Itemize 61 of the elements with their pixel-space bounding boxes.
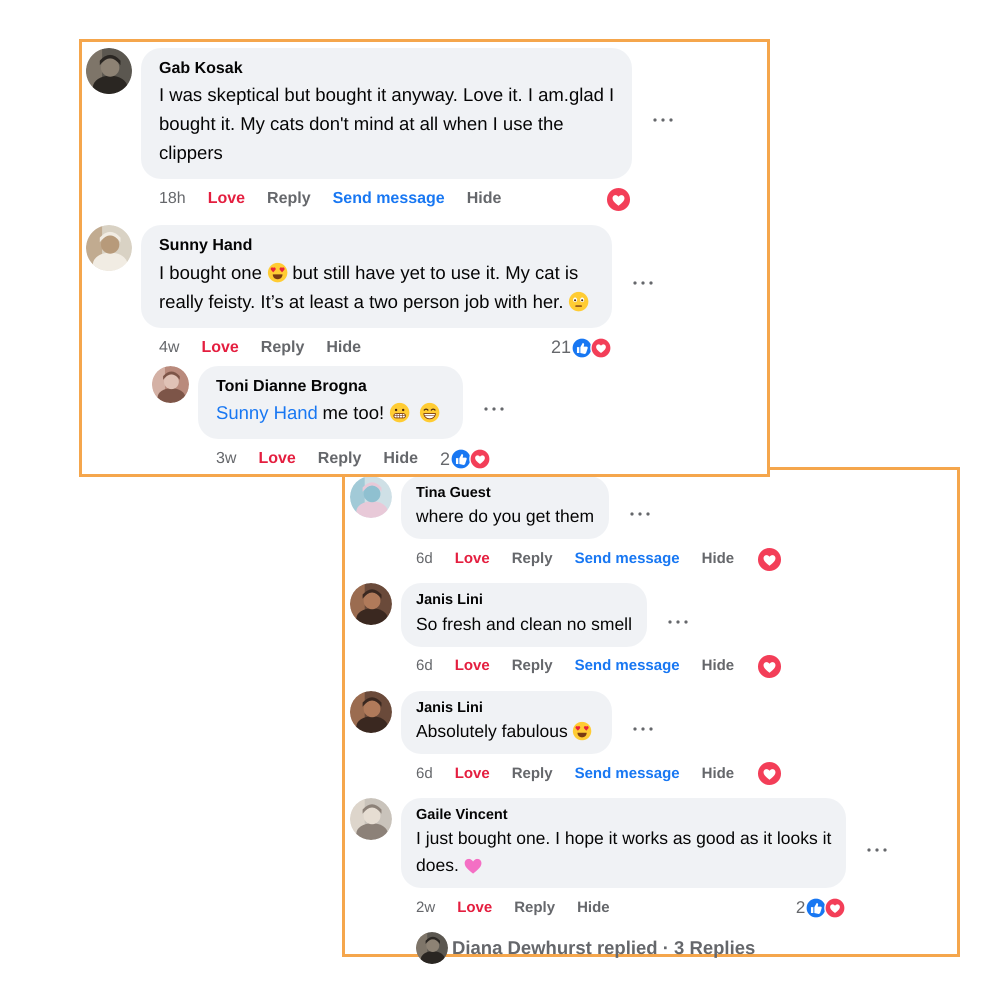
love-link[interactable]: Love: [454, 548, 490, 571]
love-link[interactable]: Love: [457, 896, 492, 920]
comment-text: clippers: [159, 141, 223, 166]
send-message-link[interactable]: Send message: [574, 548, 680, 571]
reply-link[interactable]: Reply: [512, 548, 553, 571]
comment-text: does.: [416, 854, 459, 878]
comment-text: I bought one: [159, 260, 262, 285]
author-name[interactable]: Gaile Vincent: [416, 804, 832, 826]
timestamp: 6d: [416, 549, 433, 570]
author-name[interactable]: Janis Lini: [416, 698, 597, 718]
reply-link[interactable]: Reply: [514, 896, 556, 920]
love-link[interactable]: Love: [201, 336, 239, 360]
reply-link[interactable]: Reply: [318, 447, 362, 472]
timestamp: 6d: [416, 656, 433, 676]
author-name[interactable]: Toni Dianne Brogna: [216, 376, 446, 398]
smiley-icon: [568, 290, 590, 312]
smiley-icon: [266, 262, 288, 283]
timestamp: 18h: [159, 189, 186, 210]
timestamp: 3w: [216, 449, 236, 470]
reply-link[interactable]: Reply: [260, 336, 304, 360]
author-name[interactable]: Tina Guest: [416, 483, 594, 504]
reply-link[interactable]: Reply: [267, 187, 311, 212]
comment-text: me too!: [322, 401, 384, 426]
comment-text: really feisty. It’s at least a two person job with her.: [159, 290, 564, 314]
comment-text: but still have yet to use it. My cat is: [292, 260, 578, 285]
reply-link[interactable]: Reply: [512, 762, 553, 786]
comment-text: I just bought one. I hope it works as good as it looks it: [416, 827, 832, 850]
timestamp: 6d: [416, 764, 433, 784]
love-link[interactable]: Love: [208, 187, 246, 212]
reaction-count: 2: [440, 448, 450, 471]
love-link[interactable]: Love: [454, 762, 490, 786]
reaction-count: 21: [550, 336, 571, 360]
comment-text: I was skeptical but bought it anyway. Love it. I am.glad I: [159, 83, 614, 108]
comment-text: Absolutely fabulous: [416, 720, 568, 743]
hide-link[interactable]: Hide: [383, 447, 418, 472]
love-link[interactable]: Love: [454, 655, 490, 678]
comment-text: bought it. My cats don't mind at all when I use the: [159, 112, 564, 136]
love-link[interactable]: Love: [258, 447, 296, 472]
author-name[interactable]: Gab Kosak: [159, 58, 614, 80]
send-message-link[interactable]: Send message: [574, 655, 680, 678]
mention-link[interactable]: Sunny Hand: [216, 398, 318, 428]
send-message-link[interactable]: Send message: [574, 762, 680, 786]
replies-link[interactable]: Diana Dewhurst replied · 3 Replies: [452, 934, 756, 962]
smiley-icon: [388, 402, 410, 424]
hide-link[interactable]: Hide: [577, 896, 610, 920]
reply-link[interactable]: Reply: [512, 655, 553, 678]
author-name[interactable]: Janis Lini: [416, 590, 632, 611]
timestamp: 2w: [416, 898, 436, 918]
hide-link[interactable]: Hide: [326, 336, 362, 360]
author-name[interactable]: Sunny Hand: [159, 235, 594, 258]
send-message-link[interactable]: Send message: [332, 187, 445, 212]
smiley-icon: [419, 402, 441, 424]
hide-link[interactable]: Hide: [702, 655, 734, 678]
reaction-count: 2: [796, 897, 806, 920]
hide-link[interactable]: Hide: [702, 548, 734, 571]
comment-text: where do you get them: [416, 505, 594, 528]
timestamp: 4w: [159, 338, 180, 358]
hide-link[interactable]: Hide: [466, 187, 502, 212]
comment-text: So fresh and clean no smell: [416, 612, 632, 636]
hide-link[interactable]: Hide: [702, 762, 734, 786]
smiley-icon: [572, 721, 592, 742]
